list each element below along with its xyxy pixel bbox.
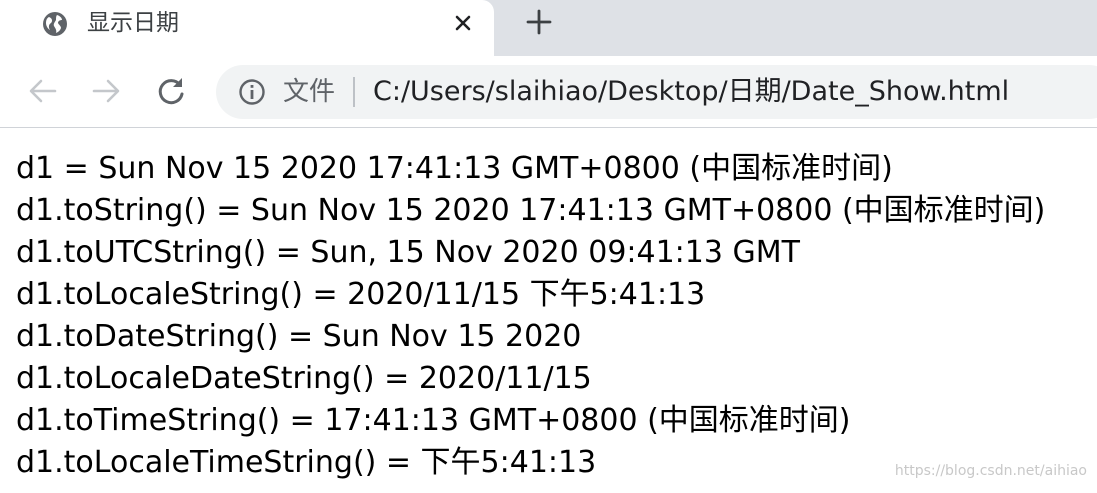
output-line: d1.toTimeString() = 17:41:13 GMT+0800 (中… xyxy=(16,403,851,438)
url-text[interactable]: C:/Users/slaihiao/Desktop/日期/Date_Show.h… xyxy=(373,73,1009,111)
arrow-right-icon[interactable] xyxy=(89,74,123,108)
toolbar: 文件 C:/Users/slaihiao/Desktop/日期/Date_Sho… xyxy=(0,56,1097,128)
info-icon[interactable] xyxy=(238,78,266,106)
output-line: d1.toString() = Sun Nov 15 2020 17:41:13… xyxy=(16,193,1046,228)
tab-title: 显示日期 xyxy=(87,10,179,36)
output-line: d1.toUTCString() = Sun, 15 Nov 2020 09:4… xyxy=(16,235,800,270)
address-bar[interactable]: 文件 C:/Users/slaihiao/Desktop/日期/Date_Sho… xyxy=(216,65,1097,119)
omnibox-divider xyxy=(353,77,355,107)
globe-icon xyxy=(40,9,70,39)
arrow-left-icon[interactable] xyxy=(26,74,60,108)
close-icon[interactable] xyxy=(448,8,478,38)
page-content: d1 = Sun Nov 15 2020 17:41:13 GMT+0800 (… xyxy=(16,148,1091,484)
scheme-label: 文件 xyxy=(283,77,336,107)
active-tab[interactable]: 显示日期 xyxy=(0,0,494,56)
plus-icon[interactable] xyxy=(524,7,554,37)
output-line: d1.toLocaleString() = 2020/11/15 下午5:41:… xyxy=(16,277,706,312)
reload-icon[interactable] xyxy=(154,74,188,108)
output-line: d1.toLocaleDateString() = 2020/11/15 xyxy=(16,361,592,396)
watermark: https://blog.csdn.net/aihiao xyxy=(894,463,1087,479)
output-line: d1.toDateString() = Sun Nov 15 2020 xyxy=(16,319,582,354)
tab-strip: 显示日期 xyxy=(0,0,1097,56)
output-line: d1 = Sun Nov 15 2020 17:41:13 GMT+0800 (… xyxy=(16,151,893,186)
